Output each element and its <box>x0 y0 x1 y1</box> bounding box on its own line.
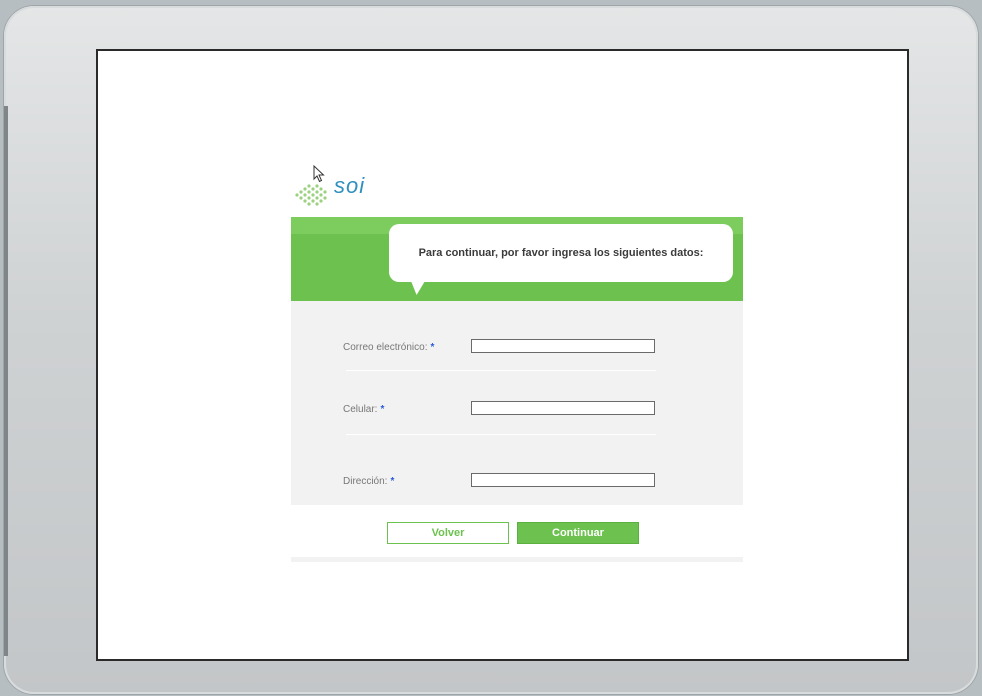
field-row-address: Dirección: * <box>291 473 743 493</box>
instruction-message: Para continuar, por favor ingresa los si… <box>418 247 704 259</box>
required-mark: * <box>390 476 395 487</box>
screen: soi Para continuar, por favor ingresa lo… <box>96 49 909 661</box>
required-mark: * <box>380 404 385 415</box>
logo-text: soi <box>334 173 366 198</box>
phone-label: Celular: * <box>343 404 385 415</box>
email-label: Correo electrónico: * <box>343 342 435 353</box>
form-card: Para continuar, por favor ingresa los si… <box>291 217 743 562</box>
back-button[interactable]: Volver <box>387 522 509 544</box>
tablet-side-edge <box>4 106 8 656</box>
phone-field[interactable] <box>471 401 655 415</box>
required-mark: * <box>430 342 435 353</box>
mouse-pointer-icon <box>313 165 325 183</box>
address-label: Dirección: * <box>343 476 395 487</box>
speech-bubble: Para continuar, por favor ingresa los si… <box>389 224 733 282</box>
address-field[interactable] <box>471 473 655 487</box>
field-row-email: Correo electrónico: * <box>291 339 743 359</box>
continue-button[interactable]: Continuar <box>517 522 639 544</box>
form-fields: Correo electrónico: * Celular: * Dirección… <box>291 307 743 505</box>
divider <box>346 370 656 371</box>
form-footer: Volver Continuar <box>291 505 743 557</box>
field-row-phone: Celular: * <box>291 401 743 421</box>
header-banner: Para continuar, por favor ingresa los si… <box>291 217 743 301</box>
speech-bubble-tail <box>404 277 428 295</box>
tablet-frame: soi Para continuar, por favor ingresa lo… <box>4 6 978 694</box>
divider <box>346 434 656 435</box>
email-field[interactable] <box>471 339 655 353</box>
